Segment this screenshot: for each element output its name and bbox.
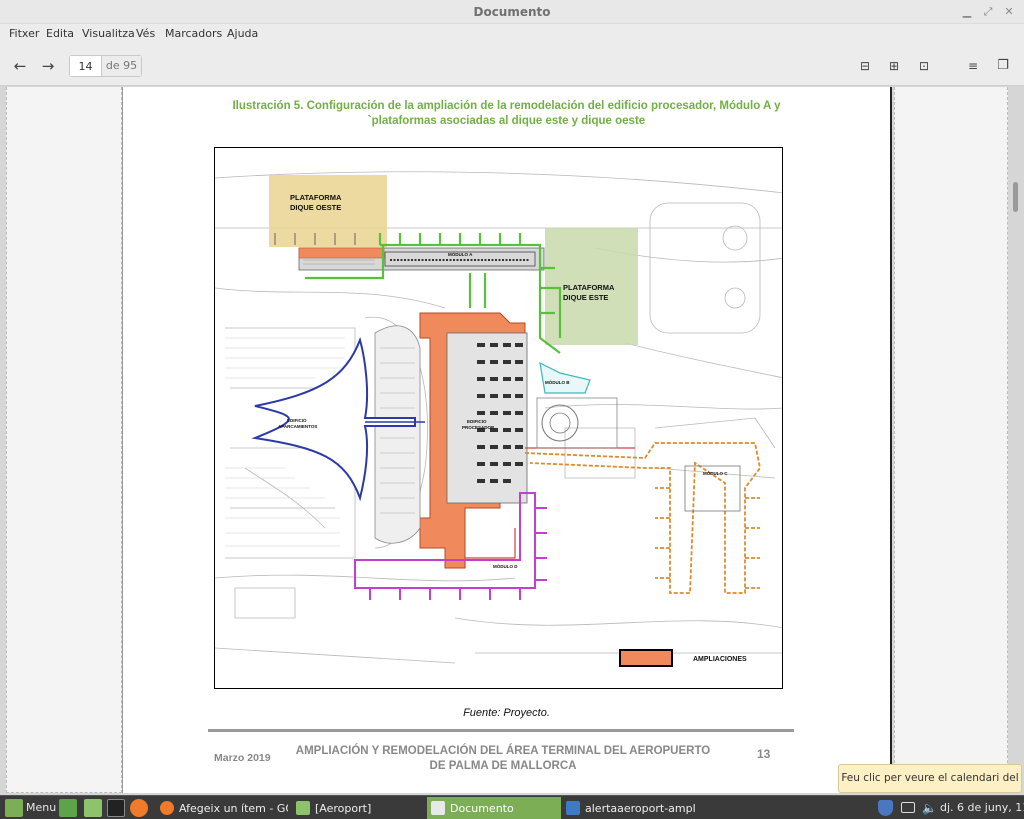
task-browser[interactable]: Afegeix un ítem - GOB ...: [156, 797, 288, 819]
footer-page-number: 13: [757, 747, 771, 761]
mint-menu-icon[interactable]: [5, 799, 23, 817]
back-arrow-icon[interactable]: ←: [9, 55, 31, 77]
modulo-b-building: [539, 361, 591, 394]
figure-caption: Ilustración 5. Configuración de la ampli…: [123, 99, 890, 129]
footer-title: AMPLIACIÓN Y REMODELACIÓN DEL ÁREA TERMI…: [293, 744, 713, 774]
menu-edita[interactable]: Edita: [46, 27, 74, 40]
writer-task-icon: [566, 801, 580, 815]
label-east-1: PLATAFORMA: [563, 283, 615, 292]
airport-plan-drawing: PLATAFORMA DIQUE OESTE PLATAFORMA DIQUE …: [215, 171, 782, 667]
menu-ves[interactable]: Vés: [136, 27, 155, 40]
close-icon[interactable]: ✕: [1002, 5, 1016, 19]
maximize-icon[interactable]: ⤢: [981, 5, 995, 19]
label-modulo-b: MÓDULO B: [545, 378, 570, 385]
calendar-tooltip: Feu clic per veure el calendari del mes: [838, 764, 1022, 811]
window-titlebar: Documento ▁ ⤢ ✕: [0, 0, 1024, 24]
label-west-1: PLATAFORMA: [290, 193, 342, 202]
clock[interactable]: dj. 6 de juny, 11:04: [940, 798, 1024, 818]
page-right-neighbor: [894, 87, 1008, 793]
shield-icon[interactable]: [878, 800, 893, 816]
label-modulo-c: MÓDULO C: [703, 469, 728, 476]
page-number-input[interactable]: [70, 56, 102, 76]
file-manager-icon[interactable]: [84, 799, 102, 817]
task-writer[interactable]: alertaaeroport-amplia...: [562, 797, 696, 819]
footer-title-line-2: DE PALMA DE MALLORCA: [429, 760, 577, 772]
label-aparcamientos-1: EDIFICIO: [287, 418, 307, 423]
continuous-view-icon[interactable]: ≡: [962, 55, 984, 77]
minimize-icon[interactable]: ▁: [960, 5, 974, 19]
page-total-label: de 95: [102, 56, 141, 76]
zoom-out-icon[interactable]: ⊟: [854, 55, 876, 77]
folder-task-icon: [296, 801, 310, 815]
legend-label: AMPLIACIONES: [693, 656, 747, 663]
menu-visualitza[interactable]: Visualitza: [82, 27, 135, 40]
footer-date: Marzo 2019: [214, 752, 271, 764]
volume-icon[interactable]: 🔈: [922, 798, 937, 818]
terminal-icon[interactable]: [107, 799, 125, 817]
task-aeroport-folder[interactable]: [Aeroport]: [292, 797, 422, 819]
drop-off-canopy: [374, 325, 421, 544]
menu-ajuda[interactable]: Ajuda: [227, 27, 258, 40]
window-title: Documento: [473, 5, 551, 19]
show-desktop-icon[interactable]: [59, 799, 77, 817]
footer-rule: [208, 729, 794, 732]
vertical-scrollbar-thumb[interactable]: [1013, 182, 1018, 212]
label-procesador-1: EDIFICIO: [467, 419, 487, 424]
caption-line-2: `plataformas asociadas al dique este y d…: [367, 115, 646, 127]
menu-bar: Fitxer Edita Visualitza Vés Marcadors Aj…: [0, 24, 1024, 46]
label-east-2: DIQUE ESTE: [563, 293, 608, 302]
document-viewer[interactable]: Ilustración 5. Configuración de la ampli…: [0, 87, 1024, 793]
firefox-icon[interactable]: [130, 799, 148, 817]
notifications-icon[interactable]: [901, 802, 915, 813]
document-viewer-task-icon: [431, 801, 445, 815]
figure-source: Fuente: Proyecto.: [463, 707, 550, 719]
firefox-task-icon: [160, 801, 174, 815]
menu-fitxer[interactable]: Fitxer: [9, 27, 39, 40]
page-selector: de 95: [69, 55, 142, 77]
menu-button-label[interactable]: Menu: [26, 798, 56, 818]
dual-page-icon[interactable]: ❐: [992, 55, 1014, 77]
label-west-2: DIQUE OESTE: [290, 203, 341, 212]
processor-building-core: [446, 332, 528, 504]
toolbar: ← → ⊟ ⊞ ⊡ ≡ ❐: [0, 46, 1024, 86]
document-page: Ilustración 5. Configuración de la ampli…: [122, 87, 892, 793]
caption-line-1: Ilustración 5. Configuración de la ampli…: [232, 100, 781, 112]
task-documento[interactable]: Documento: [427, 797, 561, 819]
legend-swatch-ampliaciones: [619, 649, 673, 667]
taskbar: Menu Afegeix un ítem - GOB ... [Aeroport…: [0, 795, 1024, 819]
label-modulo-d: MÓDULO D: [493, 562, 518, 569]
forward-arrow-icon[interactable]: →: [37, 55, 59, 77]
best-fit-icon[interactable]: ⊡: [913, 55, 935, 77]
zoom-in-icon[interactable]: ⊞: [883, 55, 905, 77]
footer-title-line-1: AMPLIACIÓN Y REMODELACIÓN DEL ÁREA TERMI…: [295, 745, 711, 757]
menu-marcadors[interactable]: Marcadors: [165, 27, 222, 40]
label-aparcamientos-2: APARCAMIENTOS: [278, 424, 317, 429]
label-modulo-a: MÓDULO A: [448, 250, 473, 257]
airport-plan-figure: PLATAFORMA DIQUE OESTE PLATAFORMA DIQUE …: [214, 147, 783, 689]
label-procesador-2: PROCESADOR: [462, 425, 495, 430]
page-left-neighbor: [6, 87, 122, 793]
modulo-c-building: [524, 442, 761, 594]
